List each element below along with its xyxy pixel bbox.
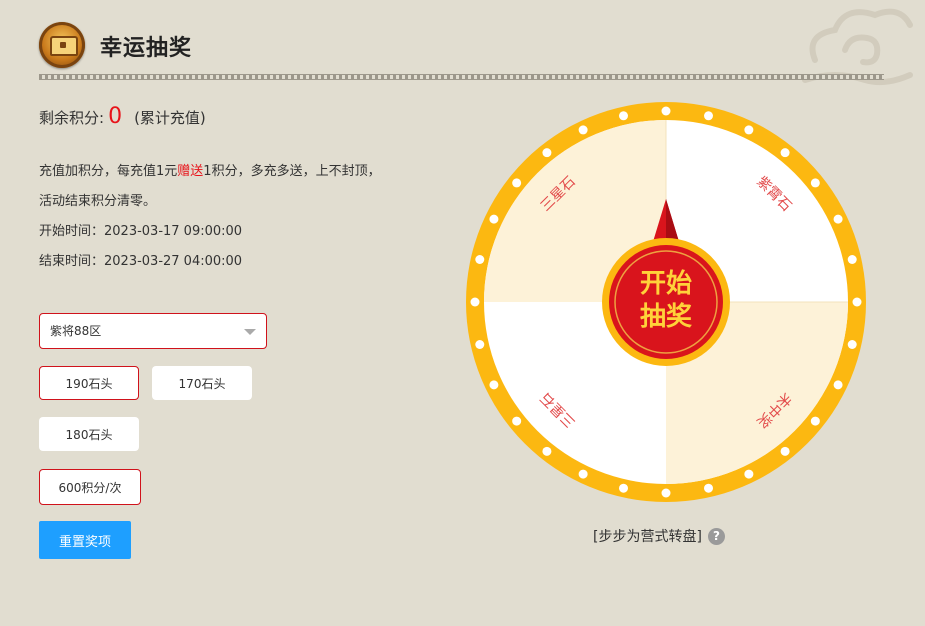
- end-time: 结束时间：2023-03-27 04:00:00: [39, 254, 243, 269]
- option-170[interactable]: 170石头: [152, 366, 252, 400]
- wheel-light: [810, 416, 820, 426]
- start-time: 开始时间：2023-03-17 09:00:00: [39, 224, 243, 239]
- cost-option[interactable]: 600积分/次: [39, 469, 141, 505]
- wheel-light: [847, 340, 857, 350]
- prize-wheel[interactable]: 三星石 紫霄石 未中奖 三星石: [466, 102, 866, 502]
- wheel-light: [470, 297, 480, 307]
- wheel-light: [489, 380, 499, 390]
- wheel-mode-label: [步步为营式转盘]: [593, 529, 702, 545]
- wheel-light: [512, 178, 522, 188]
- wheel-light: [744, 125, 754, 135]
- wheel-light: [780, 148, 790, 158]
- wheel-light: [661, 488, 671, 498]
- option-180[interactable]: 180石头: [39, 417, 139, 451]
- wheel-light: [847, 254, 857, 264]
- wheel-light: [744, 469, 754, 479]
- server-select[interactable]: 紫将88区: [39, 313, 267, 349]
- wheel-light: [810, 178, 820, 188]
- wheel-light: [578, 469, 588, 479]
- points-row: 剩余积分: 0 (累计充值): [39, 104, 206, 129]
- wheel-light: [475, 254, 485, 264]
- reset-prizes-button[interactable]: 重置奖项: [39, 521, 131, 559]
- help-icon[interactable]: ?: [707, 527, 725, 545]
- wheel-light: [704, 111, 714, 121]
- rules-line-1: 充值加积分，每充值1元赠送1积分，多充多送，上不封顶，: [39, 164, 381, 179]
- wheel-light: [833, 380, 843, 390]
- option-190[interactable]: 190石头: [39, 366, 139, 400]
- wheel-light: [833, 214, 843, 224]
- wheel-light: [852, 297, 862, 307]
- wheel-light: [512, 416, 522, 426]
- rules-line-2: 活动结束积分清零。: [39, 194, 157, 209]
- wheel-light: [542, 148, 552, 158]
- points-value: 0: [108, 104, 123, 129]
- header-divider: [39, 74, 884, 80]
- points-label: 剩余积分:: [39, 109, 105, 127]
- page-title: 幸运抽奖: [100, 36, 193, 61]
- wheel-light: [780, 446, 790, 456]
- start-draw-button[interactable]: [609, 245, 723, 359]
- server-select-value: 紫将88区: [50, 324, 102, 338]
- chevron-down-icon: [244, 329, 256, 335]
- wheel-light: [578, 125, 588, 135]
- wheel-light: [704, 483, 714, 493]
- wheel-light: [475, 340, 485, 350]
- points-note: (累计充值): [134, 109, 206, 127]
- cloud-decoration: [802, 8, 913, 86]
- treasure-chest-icon: [39, 22, 85, 68]
- rules-highlight: 赠送: [177, 164, 204, 179]
- wheel-caption: [步步为营式转盘] ?: [593, 526, 725, 546]
- wheel-light: [618, 111, 628, 121]
- wheel-light: [661, 106, 671, 116]
- wheel-light: [542, 446, 552, 456]
- wheel-light: [618, 483, 628, 493]
- wheel-light: [489, 214, 499, 224]
